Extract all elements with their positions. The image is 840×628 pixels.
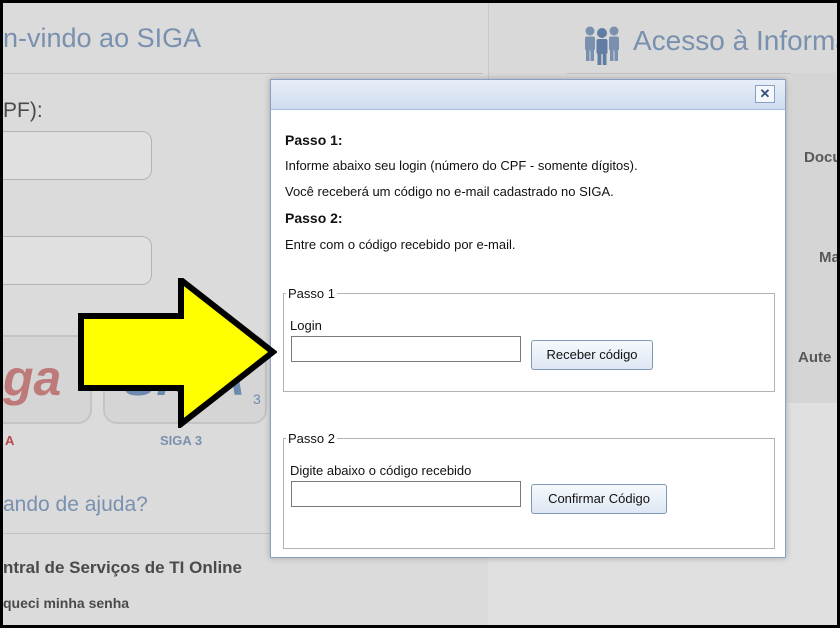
codigo-input[interactable] (291, 481, 521, 507)
confirmar-codigo-button[interactable]: Confirmar Código (531, 484, 667, 514)
step1-instruction: Você receberá um código no e-mail cadast… (285, 184, 614, 199)
screenshot-frame: n-vindo ao SIGA PF): ga SIGA 3 A SIGA 3 … (0, 0, 840, 628)
password-reset-dialog: ✕ Passo 1: Informe abaixo seu login (núm… (270, 79, 786, 558)
codigo-label: Digite abaixo o código recebido (290, 463, 472, 478)
fieldset-legend: Passo 2 (288, 431, 335, 446)
step1-instruction: Informe abaixo seu login (número do CPF … (285, 158, 638, 173)
step1-heading: Passo 1: (285, 132, 343, 148)
login-input[interactable] (291, 336, 521, 362)
receber-codigo-button[interactable]: Receber código (531, 340, 653, 370)
dialog-titlebar: ✕ (271, 80, 785, 110)
arrow-right-icon (77, 273, 278, 433)
fieldset-legend: Passo 1 (288, 286, 335, 301)
step2-heading: Passo 2: (285, 210, 343, 226)
login-label: Login (290, 318, 322, 333)
step2-instruction: Entre com o código recebido por e-mail. (285, 237, 516, 252)
close-icon[interactable]: ✕ (755, 85, 775, 103)
